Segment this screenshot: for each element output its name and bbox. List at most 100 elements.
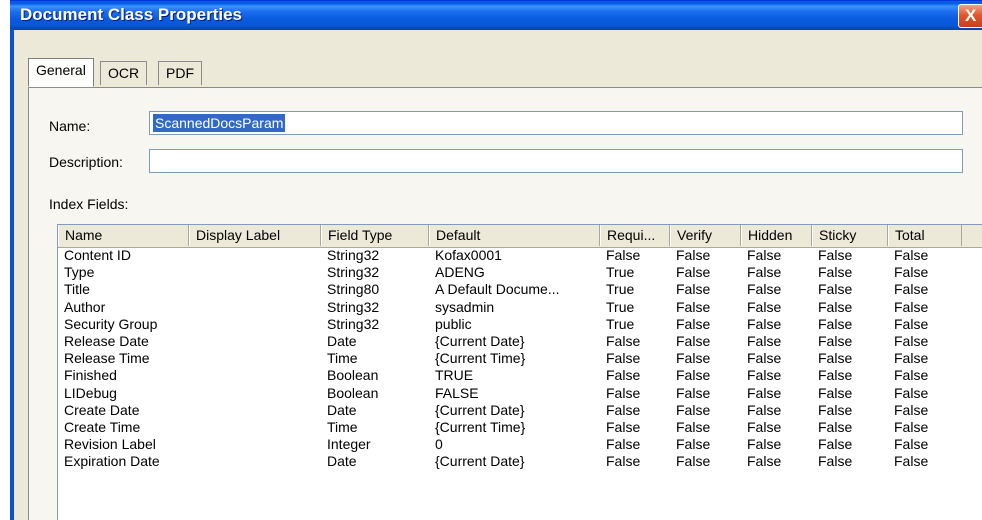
- column-header-total[interactable]: Total: [888, 225, 962, 246]
- cell-verify: False: [676, 247, 711, 263]
- cell-display-label: [189, 367, 321, 384]
- cell-hidden: False: [747, 436, 782, 453]
- cell-verify: False: [676, 315, 711, 332]
- cell-display-label: [189, 453, 321, 470]
- cell-default: {Current Time}: [435, 350, 526, 367]
- cell-verify: False: [676, 264, 711, 281]
- cell-required: True: [606, 281, 635, 298]
- column-header-required[interactable]: Requi...: [600, 225, 670, 246]
- index-fields-table[interactable]: Name Display Label Field Type Default Re…: [57, 224, 982, 520]
- table-row[interactable]: Revision Label Integer 0 False False False Fal…: [58, 436, 982, 453]
- cell-field-type: String32: [327, 298, 380, 315]
- cell-hidden: False: [747, 333, 782, 349]
- cell-hidden: False: [747, 367, 782, 384]
- cell-field-type: Date: [327, 401, 357, 418]
- table-row[interactable]: Author String32 sysadmin True False False Fals…: [58, 299, 982, 316]
- table-row[interactable]: Security Group String32 public True False Fal…: [58, 316, 982, 333]
- cell-display-label: [189, 402, 321, 419]
- cell-total: False: [894, 453, 929, 470]
- cell-field-type: Boolean: [327, 367, 379, 384]
- cell-required: False: [606, 436, 641, 453]
- column-header-sticky[interactable]: Sticky: [812, 225, 888, 246]
- cell-hidden: False: [747, 384, 782, 401]
- cell-default: sysadmin: [435, 298, 495, 315]
- table-row[interactable]: Expiration Date Date {Current Date} False Fa…: [58, 453, 982, 470]
- cell-display-label: [189, 419, 321, 436]
- tab-ocr[interactable]: OCR: [100, 61, 148, 85]
- cell-total: False: [894, 384, 929, 401]
- cell-total: False: [894, 333, 929, 349]
- cell-sticky: False: [818, 333, 853, 349]
- cell-name: Create Time: [64, 419, 141, 435]
- column-header-display-label[interactable]: Display Label: [189, 225, 321, 246]
- cell-default: Kofax0001: [435, 247, 502, 263]
- cell-hidden: False: [747, 453, 782, 470]
- cell-field-type: String32: [327, 247, 380, 263]
- cell-required: True: [606, 315, 635, 332]
- cell-required: False: [606, 367, 641, 384]
- window-frame: [10, 29, 14, 520]
- column-header-default[interactable]: Default: [429, 225, 600, 246]
- cell-field-type: Date: [327, 453, 357, 470]
- cell-verify: False: [676, 333, 711, 349]
- table-row[interactable]: Type String32 ADENG True False False False Fals…: [58, 264, 982, 281]
- cell-field-type: String32: [327, 315, 380, 332]
- cell-verify: False: [676, 367, 711, 384]
- tab-general[interactable]: General: [28, 58, 94, 87]
- table-row[interactable]: Content ID String32 Kofax0001 False False Fal…: [58, 247, 982, 264]
- cell-verify: False: [676, 281, 711, 298]
- column-header-hidden[interactable]: Hidden: [741, 225, 812, 246]
- close-button[interactable]: X: [958, 4, 982, 28]
- cell-display-label: [189, 436, 321, 453]
- cell-hidden: False: [747, 247, 782, 263]
- cell-sticky: False: [818, 298, 853, 315]
- name-label: Name:: [49, 118, 91, 134]
- cell-total: False: [894, 281, 929, 298]
- cell-name: Title: [64, 281, 90, 298]
- cell-total: False: [894, 350, 929, 367]
- cell-default: FALSE: [435, 384, 479, 401]
- column-header-field-type[interactable]: Field Type: [321, 225, 429, 246]
- cell-total: False: [894, 401, 929, 418]
- table-row[interactable]: LIDebug Boolean FALSE False False False False F…: [58, 385, 982, 402]
- table-row[interactable]: Finished Boolean TRUE False False False False F…: [58, 367, 982, 384]
- cell-name: Release Time: [64, 350, 150, 367]
- table-row[interactable]: Create Time Time {Current Time} False False F…: [58, 419, 982, 436]
- tab-pdf[interactable]: PDF: [158, 61, 202, 85]
- cell-name: Create Date: [64, 401, 140, 418]
- table-row[interactable]: Title String80 A Default Docume... True Fals…: [58, 281, 982, 298]
- cell-display-label: [189, 333, 321, 350]
- cell-hidden: False: [747, 350, 782, 367]
- cell-verify: False: [676, 384, 711, 401]
- cell-required: False: [606, 247, 641, 263]
- cell-name: Author: [64, 298, 106, 315]
- table-row[interactable]: Create Date Date {Current Date} False False F…: [58, 402, 982, 419]
- table-row[interactable]: Release Time Time {Current Time} False False…: [58, 350, 982, 367]
- cell-sticky: False: [818, 281, 853, 298]
- cell-name: Finished: [64, 367, 117, 384]
- cell-required: True: [606, 298, 635, 315]
- cell-total: False: [894, 298, 929, 315]
- cell-default: TRUE: [435, 367, 474, 384]
- table-row[interactable]: Release Date Date {Current Date} False False…: [58, 333, 982, 350]
- description-input[interactable]: [149, 149, 963, 173]
- column-header-verify[interactable]: Verify: [670, 225, 741, 246]
- cell-total: False: [894, 436, 929, 453]
- cell-default: {Current Date}: [435, 333, 525, 349]
- window-title: Document Class Properties: [20, 5, 243, 24]
- cell-total: False: [894, 419, 929, 435]
- cell-default: {Current Date}: [435, 453, 525, 470]
- column-header-name[interactable]: Name: [58, 225, 189, 246]
- cell-field-type: String32: [327, 264, 380, 281]
- cell-sticky: False: [818, 384, 853, 401]
- cell-sticky: False: [818, 264, 853, 281]
- cell-hidden: False: [747, 315, 782, 332]
- cell-hidden: False: [747, 401, 782, 418]
- name-input-value: ScannedDocsParam: [153, 114, 286, 132]
- cell-hidden: False: [747, 419, 782, 435]
- cell-sticky: False: [818, 315, 853, 332]
- cell-name: Type: [64, 264, 95, 281]
- cell-sticky: False: [818, 350, 853, 367]
- title-bar[interactable]: Document Class Properties X: [10, 0, 982, 30]
- name-input[interactable]: ScannedDocsParam: [149, 111, 963, 135]
